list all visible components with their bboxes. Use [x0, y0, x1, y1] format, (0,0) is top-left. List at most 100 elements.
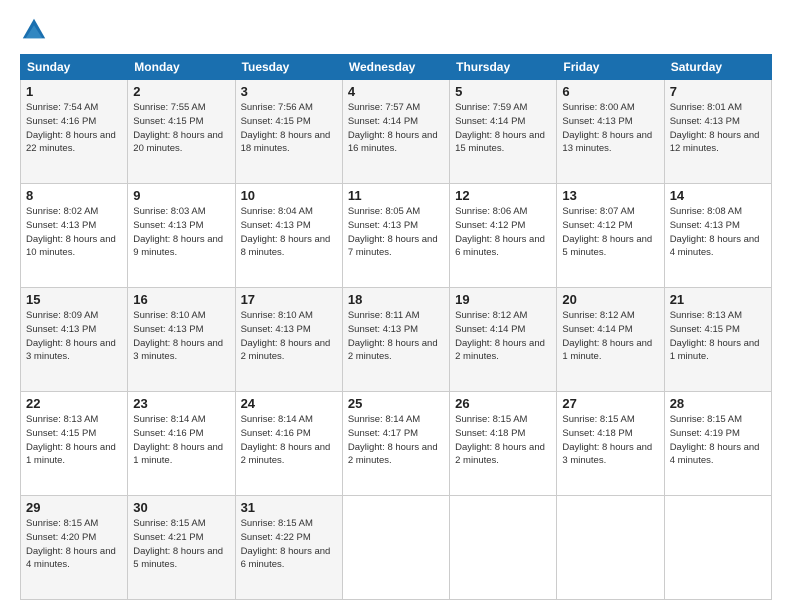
day-number: 23	[133, 396, 229, 411]
day-info: Sunrise: 8:15 AM Sunset: 4:19 PM Dayligh…	[670, 413, 766, 468]
day-info: Sunrise: 8:14 AM Sunset: 4:16 PM Dayligh…	[241, 413, 337, 468]
day-number: 31	[241, 500, 337, 515]
calendar-cell: 13 Sunrise: 8:07 AM Sunset: 4:12 PM Dayl…	[557, 184, 664, 288]
day-number: 4	[348, 84, 444, 99]
day-number: 16	[133, 292, 229, 307]
calendar-cell: 21 Sunrise: 8:13 AM Sunset: 4:15 PM Dayl…	[664, 288, 771, 392]
day-info: Sunrise: 8:03 AM Sunset: 4:13 PM Dayligh…	[133, 205, 229, 260]
day-info: Sunrise: 8:13 AM Sunset: 4:15 PM Dayligh…	[26, 413, 122, 468]
calendar-cell: 6 Sunrise: 8:00 AM Sunset: 4:13 PM Dayli…	[557, 80, 664, 184]
day-info: Sunrise: 8:11 AM Sunset: 4:13 PM Dayligh…	[348, 309, 444, 364]
calendar-cell: 31 Sunrise: 8:15 AM Sunset: 4:22 PM Dayl…	[235, 496, 342, 600]
calendar-page: SundayMondayTuesdayWednesdayThursdayFrid…	[0, 0, 792, 612]
calendar-cell: 18 Sunrise: 8:11 AM Sunset: 4:13 PM Dayl…	[342, 288, 449, 392]
day-info: Sunrise: 8:15 AM Sunset: 4:20 PM Dayligh…	[26, 517, 122, 572]
calendar-cell: 16 Sunrise: 8:10 AM Sunset: 4:13 PM Dayl…	[128, 288, 235, 392]
day-info: Sunrise: 8:08 AM Sunset: 4:13 PM Dayligh…	[670, 205, 766, 260]
calendar-week-4: 22 Sunrise: 8:13 AM Sunset: 4:15 PM Dayl…	[21, 392, 772, 496]
day-number: 14	[670, 188, 766, 203]
calendar-cell: 17 Sunrise: 8:10 AM Sunset: 4:13 PM Dayl…	[235, 288, 342, 392]
header	[20, 16, 772, 44]
day-info: Sunrise: 8:07 AM Sunset: 4:12 PM Dayligh…	[562, 205, 658, 260]
calendar-week-2: 8 Sunrise: 8:02 AM Sunset: 4:13 PM Dayli…	[21, 184, 772, 288]
calendar-week-5: 29 Sunrise: 8:15 AM Sunset: 4:20 PM Dayl…	[21, 496, 772, 600]
day-number: 10	[241, 188, 337, 203]
calendar-cell: 22 Sunrise: 8:13 AM Sunset: 4:15 PM Dayl…	[21, 392, 128, 496]
logo	[20, 16, 52, 44]
calendar-cell: 8 Sunrise: 8:02 AM Sunset: 4:13 PM Dayli…	[21, 184, 128, 288]
calendar-header-thursday: Thursday	[450, 55, 557, 80]
day-number: 17	[241, 292, 337, 307]
calendar-cell: 2 Sunrise: 7:55 AM Sunset: 4:15 PM Dayli…	[128, 80, 235, 184]
calendar-cell: 28 Sunrise: 8:15 AM Sunset: 4:19 PM Dayl…	[664, 392, 771, 496]
day-number: 12	[455, 188, 551, 203]
day-number: 21	[670, 292, 766, 307]
calendar-cell	[342, 496, 449, 600]
day-number: 25	[348, 396, 444, 411]
calendar-table: SundayMondayTuesdayWednesdayThursdayFrid…	[20, 54, 772, 600]
day-number: 15	[26, 292, 122, 307]
calendar-cell: 23 Sunrise: 8:14 AM Sunset: 4:16 PM Dayl…	[128, 392, 235, 496]
day-number: 9	[133, 188, 229, 203]
calendar-cell: 5 Sunrise: 7:59 AM Sunset: 4:14 PM Dayli…	[450, 80, 557, 184]
calendar-cell: 19 Sunrise: 8:12 AM Sunset: 4:14 PM Dayl…	[450, 288, 557, 392]
logo-icon	[20, 16, 48, 44]
calendar-cell: 9 Sunrise: 8:03 AM Sunset: 4:13 PM Dayli…	[128, 184, 235, 288]
calendar-cell: 27 Sunrise: 8:15 AM Sunset: 4:18 PM Dayl…	[557, 392, 664, 496]
calendar-cell: 25 Sunrise: 8:14 AM Sunset: 4:17 PM Dayl…	[342, 392, 449, 496]
day-number: 28	[670, 396, 766, 411]
calendar-header-row: SundayMondayTuesdayWednesdayThursdayFrid…	[21, 55, 772, 80]
day-info: Sunrise: 8:04 AM Sunset: 4:13 PM Dayligh…	[241, 205, 337, 260]
day-info: Sunrise: 8:15 AM Sunset: 4:22 PM Dayligh…	[241, 517, 337, 572]
day-info: Sunrise: 8:15 AM Sunset: 4:18 PM Dayligh…	[562, 413, 658, 468]
day-info: Sunrise: 7:54 AM Sunset: 4:16 PM Dayligh…	[26, 101, 122, 156]
day-info: Sunrise: 8:10 AM Sunset: 4:13 PM Dayligh…	[133, 309, 229, 364]
calendar-week-1: 1 Sunrise: 7:54 AM Sunset: 4:16 PM Dayli…	[21, 80, 772, 184]
day-info: Sunrise: 8:06 AM Sunset: 4:12 PM Dayligh…	[455, 205, 551, 260]
day-info: Sunrise: 8:01 AM Sunset: 4:13 PM Dayligh…	[670, 101, 766, 156]
day-info: Sunrise: 8:13 AM Sunset: 4:15 PM Dayligh…	[670, 309, 766, 364]
calendar-cell: 20 Sunrise: 8:12 AM Sunset: 4:14 PM Dayl…	[557, 288, 664, 392]
day-info: Sunrise: 8:12 AM Sunset: 4:14 PM Dayligh…	[562, 309, 658, 364]
day-info: Sunrise: 7:55 AM Sunset: 4:15 PM Dayligh…	[133, 101, 229, 156]
calendar-header-friday: Friday	[557, 55, 664, 80]
day-info: Sunrise: 7:57 AM Sunset: 4:14 PM Dayligh…	[348, 101, 444, 156]
calendar-cell: 11 Sunrise: 8:05 AM Sunset: 4:13 PM Dayl…	[342, 184, 449, 288]
day-number: 2	[133, 84, 229, 99]
day-info: Sunrise: 8:10 AM Sunset: 4:13 PM Dayligh…	[241, 309, 337, 364]
calendar-cell: 12 Sunrise: 8:06 AM Sunset: 4:12 PM Dayl…	[450, 184, 557, 288]
day-info: Sunrise: 8:05 AM Sunset: 4:13 PM Dayligh…	[348, 205, 444, 260]
day-number: 8	[26, 188, 122, 203]
day-info: Sunrise: 7:59 AM Sunset: 4:14 PM Dayligh…	[455, 101, 551, 156]
day-number: 11	[348, 188, 444, 203]
calendar-week-3: 15 Sunrise: 8:09 AM Sunset: 4:13 PM Dayl…	[21, 288, 772, 392]
calendar-cell: 4 Sunrise: 7:57 AM Sunset: 4:14 PM Dayli…	[342, 80, 449, 184]
day-number: 20	[562, 292, 658, 307]
calendar-cell: 1 Sunrise: 7:54 AM Sunset: 4:16 PM Dayli…	[21, 80, 128, 184]
day-info: Sunrise: 8:15 AM Sunset: 4:18 PM Dayligh…	[455, 413, 551, 468]
day-number: 6	[562, 84, 658, 99]
day-number: 5	[455, 84, 551, 99]
calendar-cell: 7 Sunrise: 8:01 AM Sunset: 4:13 PM Dayli…	[664, 80, 771, 184]
calendar-cell: 10 Sunrise: 8:04 AM Sunset: 4:13 PM Dayl…	[235, 184, 342, 288]
calendar-header-wednesday: Wednesday	[342, 55, 449, 80]
day-number: 13	[562, 188, 658, 203]
day-number: 29	[26, 500, 122, 515]
day-info: Sunrise: 8:12 AM Sunset: 4:14 PM Dayligh…	[455, 309, 551, 364]
calendar-cell: 3 Sunrise: 7:56 AM Sunset: 4:15 PM Dayli…	[235, 80, 342, 184]
day-number: 1	[26, 84, 122, 99]
day-number: 18	[348, 292, 444, 307]
day-number: 7	[670, 84, 766, 99]
calendar-cell	[557, 496, 664, 600]
calendar-cell: 29 Sunrise: 8:15 AM Sunset: 4:20 PM Dayl…	[21, 496, 128, 600]
calendar-cell	[450, 496, 557, 600]
calendar-header-sunday: Sunday	[21, 55, 128, 80]
calendar-header-tuesday: Tuesday	[235, 55, 342, 80]
calendar-cell: 30 Sunrise: 8:15 AM Sunset: 4:21 PM Dayl…	[128, 496, 235, 600]
day-number: 3	[241, 84, 337, 99]
day-info: Sunrise: 8:09 AM Sunset: 4:13 PM Dayligh…	[26, 309, 122, 364]
calendar-header-monday: Monday	[128, 55, 235, 80]
day-info: Sunrise: 8:00 AM Sunset: 4:13 PM Dayligh…	[562, 101, 658, 156]
calendar-cell: 24 Sunrise: 8:14 AM Sunset: 4:16 PM Dayl…	[235, 392, 342, 496]
calendar-cell	[664, 496, 771, 600]
